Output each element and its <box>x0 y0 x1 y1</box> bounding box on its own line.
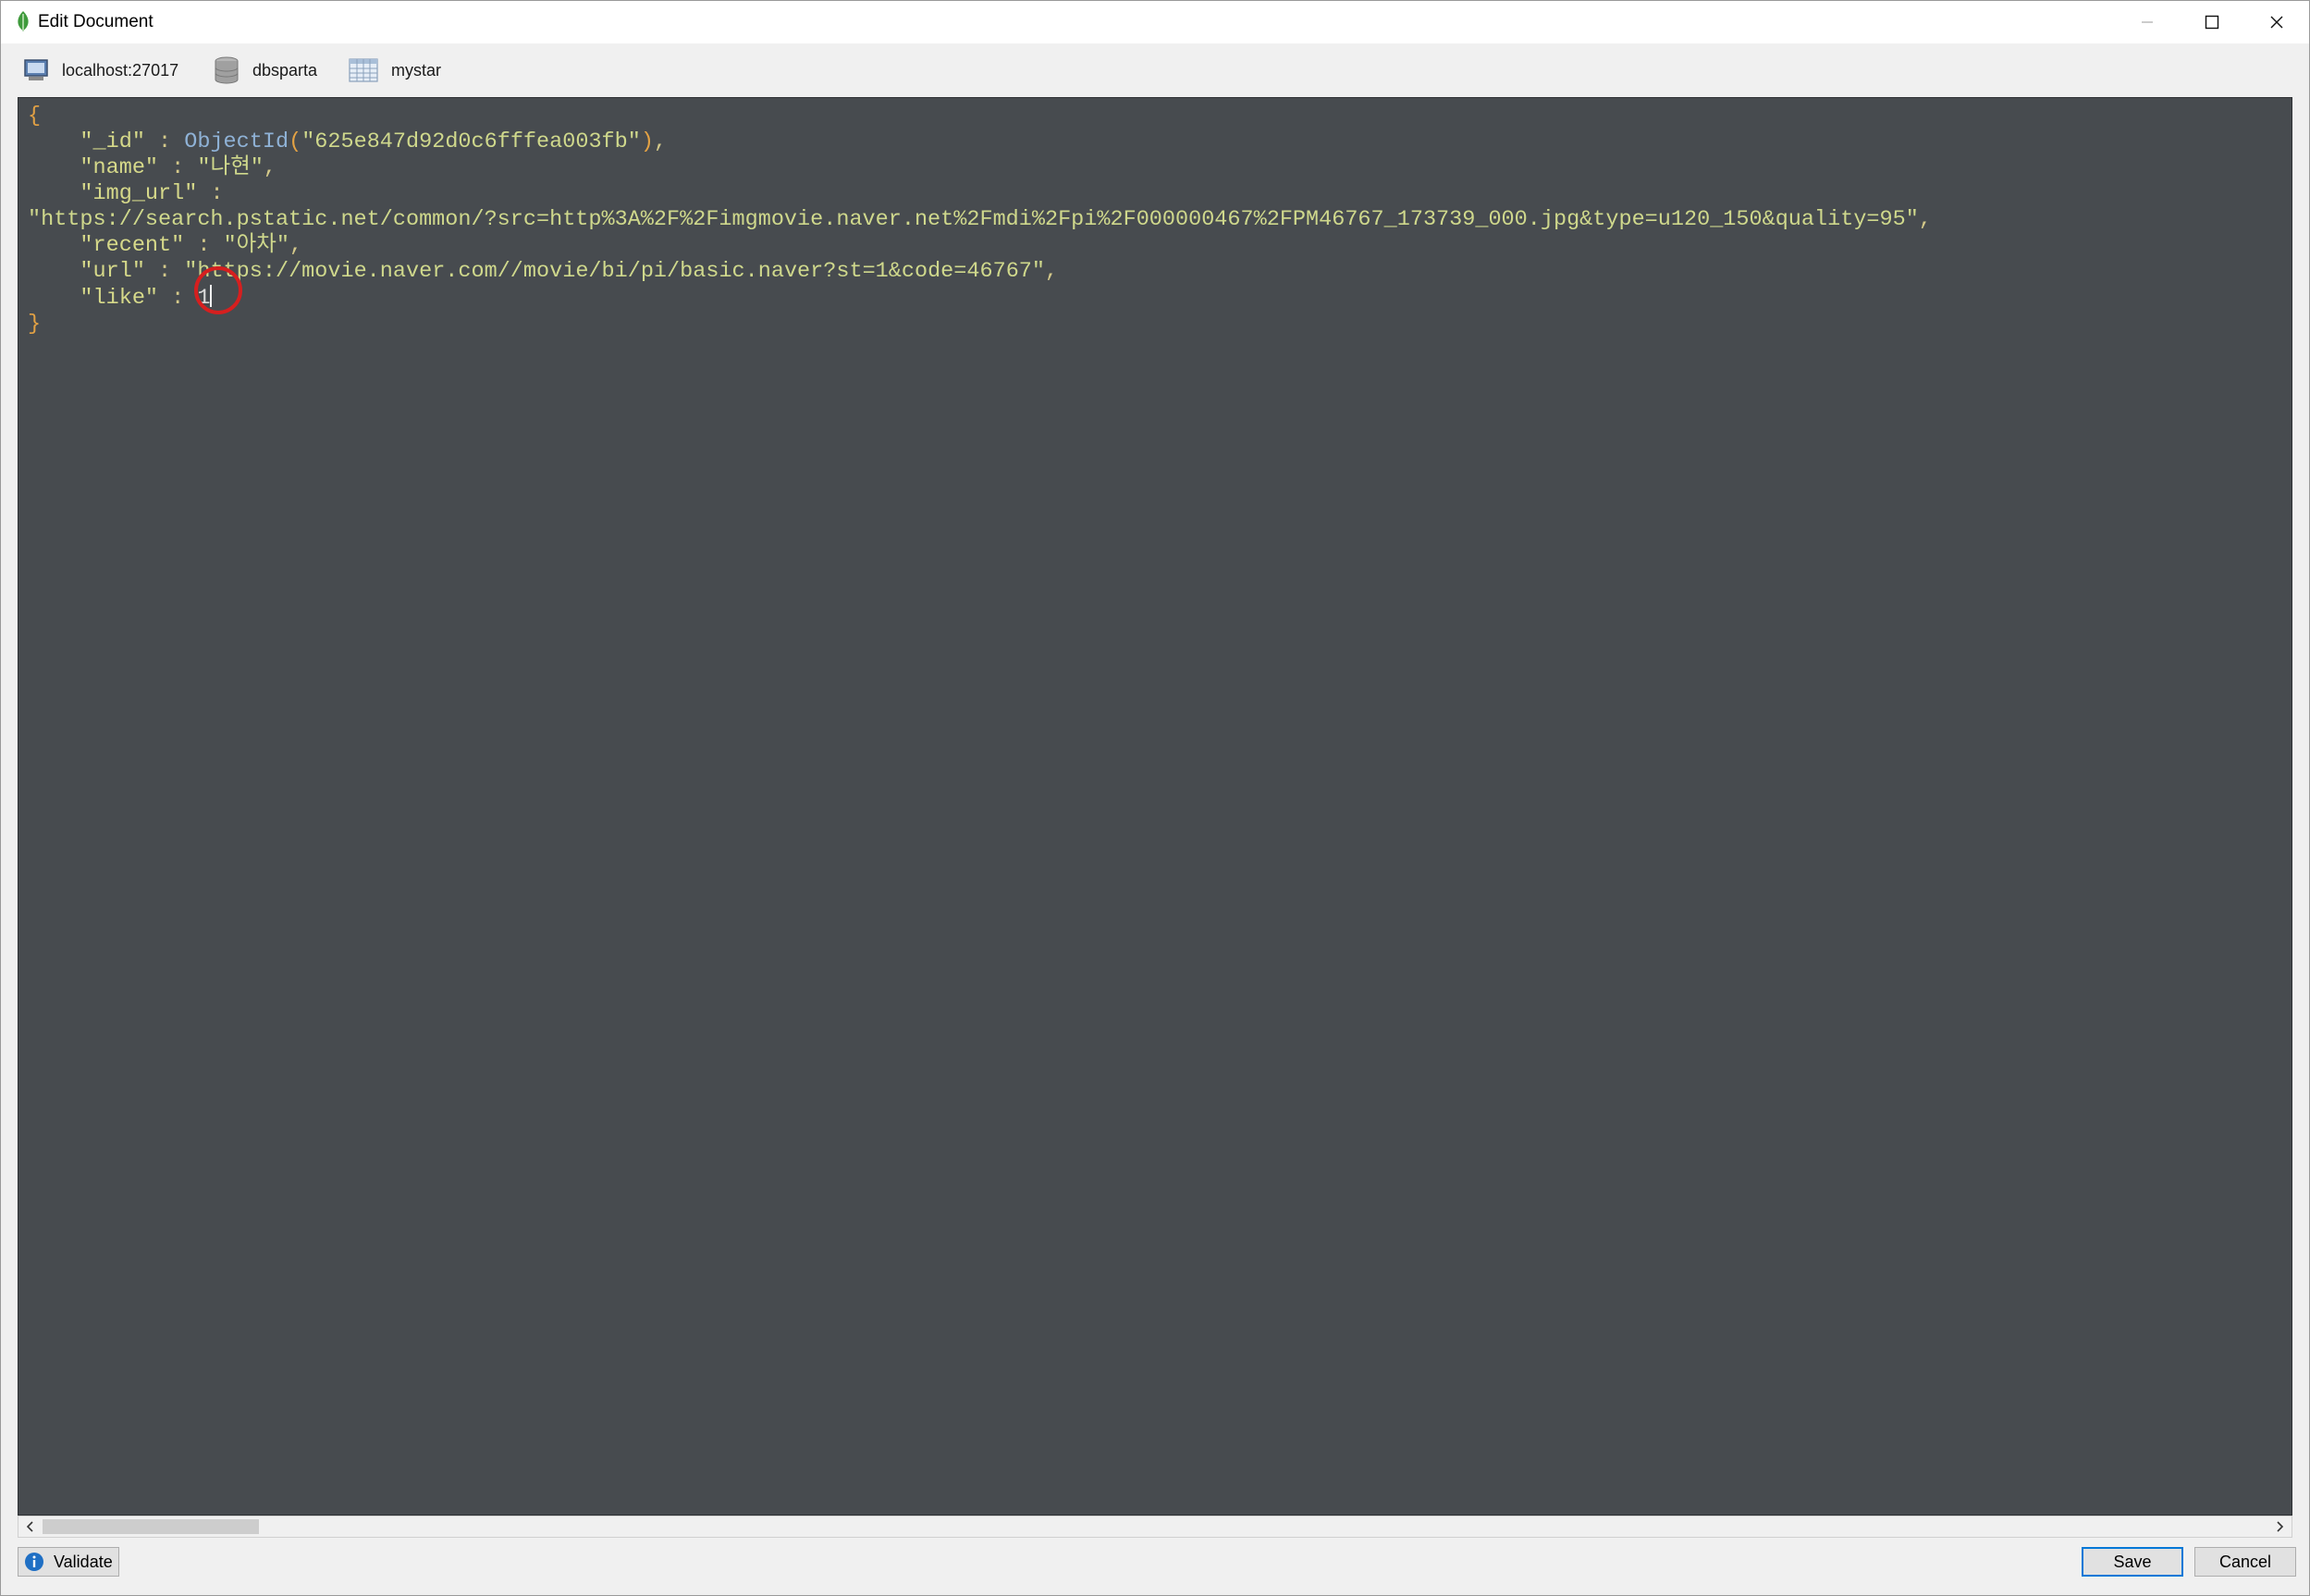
scroll-right-arrow-icon[interactable] <box>2267 1516 2292 1537</box>
open-brace: { <box>28 104 42 129</box>
collection-label: mystar <box>391 60 441 80</box>
info-icon <box>24 1552 44 1572</box>
minimize-button[interactable] <box>2115 1 2180 43</box>
breadcrumb-collection: mystar <box>349 56 441 84</box>
database-icon <box>214 56 240 84</box>
name-value: "나현" <box>197 155 264 180</box>
breadcrumb-database: dbsparta <box>214 56 317 84</box>
edit-document-window: Edit Document localhost:27017 dbsparta m… <box>0 0 2310 1596</box>
close-icon <box>2270 16 2283 29</box>
like-key: "like" <box>80 286 159 311</box>
breadcrumb-server: localhost:27017 <box>23 56 178 84</box>
document-editor[interactable]: { "_id" : ObjectId("625e847d92d0c6fffea0… <box>18 97 2292 1516</box>
validate-label: Validate <box>54 1552 113 1571</box>
objectid-function: ObjectId <box>184 129 289 154</box>
close-brace: } <box>28 312 42 337</box>
title-bar: Edit Document <box>1 1 2309 43</box>
scrollbar-thumb[interactable] <box>43 1519 259 1534</box>
breadcrumb: localhost:27017 dbsparta mystar <box>1 43 2309 95</box>
json-code[interactable]: { "_id" : ObjectId("625e847d92d0c6fffea0… <box>28 104 1932 338</box>
scroll-left-arrow-icon[interactable] <box>18 1516 43 1537</box>
save-button[interactable]: Save <box>2082 1547 2183 1577</box>
img-url-value: "https://search.pstatic.net/common/?src=… <box>28 207 1919 232</box>
highlight-circle <box>194 266 242 314</box>
name-key: "name" <box>80 155 159 180</box>
close-button[interactable] <box>2244 1 2309 43</box>
leaf-icon <box>14 10 32 32</box>
id-value: "625e847d92d0c6fffea003fb" <box>301 129 641 154</box>
img-url-key: "img_url" <box>80 181 198 206</box>
cancel-button[interactable]: Cancel <box>2194 1547 2296 1577</box>
recent-key: "recent" <box>80 233 185 258</box>
url-key: "url" <box>80 259 145 284</box>
computer-icon <box>23 58 49 82</box>
table-icon <box>349 57 378 83</box>
database-label: dbsparta <box>252 60 318 80</box>
server-label: localhost:27017 <box>62 60 179 80</box>
recent-value: "아차" <box>223 233 290 258</box>
horizontal-scrollbar[interactable] <box>18 1516 2292 1538</box>
id-key: "_id" <box>80 129 145 154</box>
maximize-button[interactable] <box>2180 1 2244 43</box>
url-value: "https://movie.naver.com//movie/bi/pi/ba… <box>184 259 1046 284</box>
validate-button[interactable]: Validate <box>18 1547 119 1577</box>
window-title: Edit Document <box>38 12 154 31</box>
